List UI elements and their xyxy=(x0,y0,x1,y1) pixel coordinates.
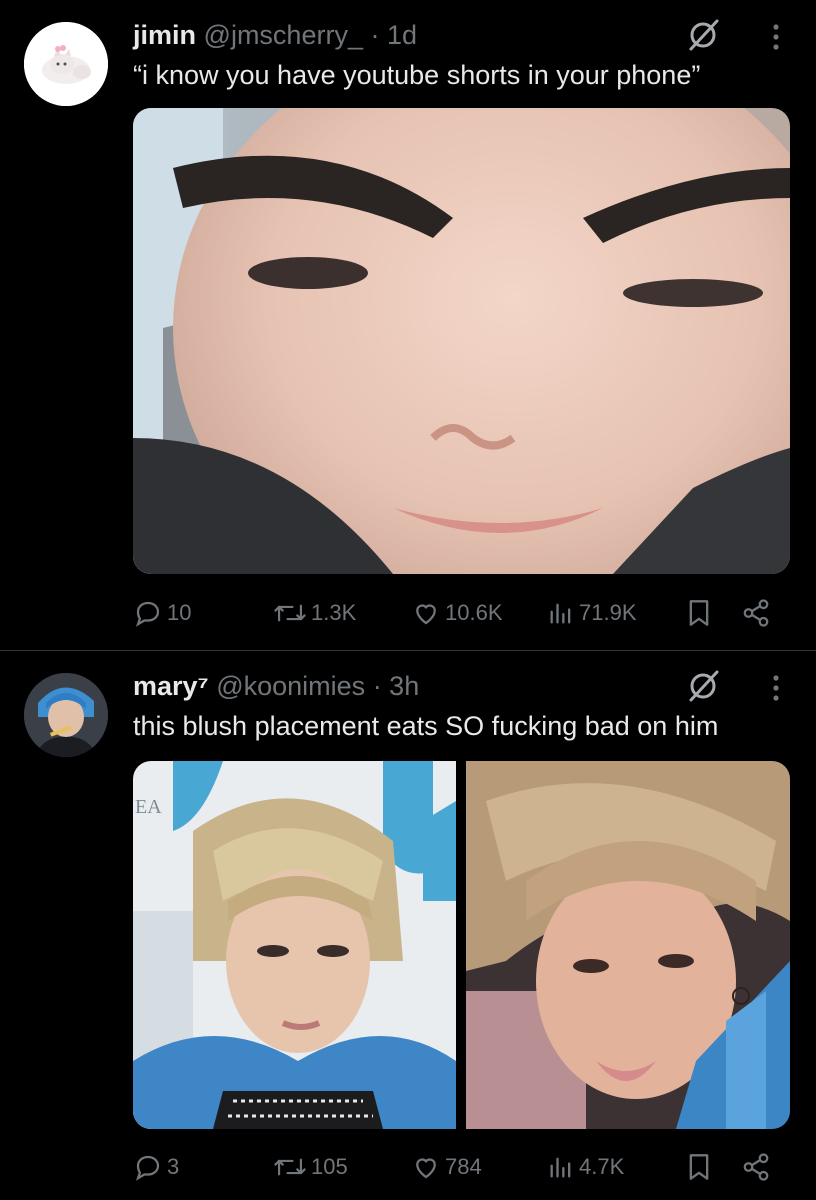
user-avatar-icon xyxy=(24,673,108,757)
avatar[interactable] xyxy=(24,673,108,757)
portrait-photo xyxy=(466,761,790,1129)
heart-icon xyxy=(416,1158,436,1179)
view-count: 4.7K xyxy=(579,1154,625,1179)
like-count: 10.6K xyxy=(445,600,503,625)
tweet-text: “i know you have youtube shorts in your … xyxy=(133,60,701,90)
repost-button[interactable]: 1.3K xyxy=(273,595,356,631)
repost-icon xyxy=(274,604,306,622)
action-bar: 10 1.3K 10.6K 71.9K xyxy=(133,595,790,631)
tweet-photo-grid: EA xyxy=(133,761,790,1129)
grok-icon[interactable] xyxy=(686,669,720,703)
tweet-2[interactable]: mary⁷ @koonimies · 3h this blush placeme… xyxy=(0,651,816,1200)
reply-icon xyxy=(135,1155,160,1181)
tweet-text: this blush placement eats SO fucking bad… xyxy=(133,711,719,741)
user-handle[interactable]: @jmscherry_ xyxy=(204,20,363,50)
views-icon xyxy=(550,1157,571,1178)
bookmark-icon xyxy=(689,1154,709,1180)
share-icon xyxy=(743,599,769,627)
magazine-text: EA xyxy=(135,796,162,818)
more-options-icon[interactable] xyxy=(766,22,786,52)
like-button[interactable]: 10.6K xyxy=(411,595,503,631)
reply-count: 3 xyxy=(167,1154,180,1179)
action-bar: 3 105 784 4.7K xyxy=(133,1149,790,1185)
views-icon xyxy=(550,603,571,624)
display-name[interactable]: mary⁷ xyxy=(133,671,209,701)
tweet-photo[interactable] xyxy=(133,108,790,574)
more-options-icon[interactable] xyxy=(766,673,786,703)
tweet-photo-right[interactable] xyxy=(466,761,790,1129)
views-button[interactable]: 4.7K xyxy=(547,1149,624,1185)
repost-count: 1.3K xyxy=(311,600,357,625)
share-icon xyxy=(743,1153,769,1181)
share-button[interactable] xyxy=(741,1149,771,1185)
grok-icon[interactable] xyxy=(686,18,720,52)
like-button[interactable]: 784 xyxy=(411,1149,482,1185)
reply-button[interactable]: 3 xyxy=(133,1149,179,1185)
user-handle[interactable]: @koonimies xyxy=(216,671,365,701)
display-name[interactable]: jimin xyxy=(133,20,196,50)
bookmark-icon xyxy=(689,600,709,626)
like-count: 784 xyxy=(445,1154,482,1179)
view-count: 71.9K xyxy=(579,600,637,625)
reply-button[interactable]: 10 xyxy=(133,595,191,631)
repost-count: 105 xyxy=(311,1154,348,1179)
tweet-1[interactable]: jimin @jmscherry_ · 1d “i know you have … xyxy=(0,0,816,650)
heart-icon xyxy=(416,604,436,625)
repost-icon xyxy=(274,1158,306,1176)
bookmark-button[interactable] xyxy=(685,1149,713,1185)
tweet-header: jimin @jmscherry_ · 1d xyxy=(133,18,417,52)
reply-count: 10 xyxy=(167,600,192,625)
tweet-photo-left[interactable]: EA xyxy=(133,761,456,1129)
face-closeup-photo xyxy=(133,108,790,574)
bookmark-button[interactable] xyxy=(685,595,713,631)
reply-icon xyxy=(135,601,160,627)
timestamp[interactable]: · 1d xyxy=(370,20,417,50)
cat-avatar-icon xyxy=(24,22,108,106)
tweet-header: mary⁷ @koonimies · 3h xyxy=(133,669,419,703)
avatar[interactable] xyxy=(24,22,108,106)
timestamp[interactable]: · 3h xyxy=(373,671,420,701)
magazine-cover-photo: EA xyxy=(133,761,456,1129)
repost-button[interactable]: 105 xyxy=(273,1149,348,1185)
views-button[interactable]: 71.9K xyxy=(547,595,637,631)
share-button[interactable] xyxy=(741,595,771,631)
